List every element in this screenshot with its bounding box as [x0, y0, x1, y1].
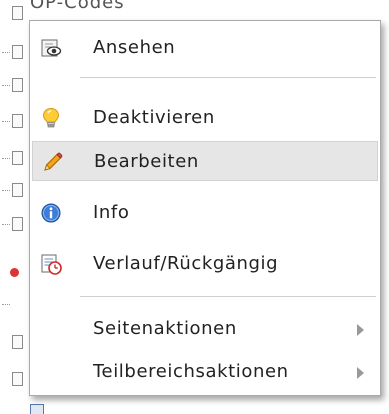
lightbulb-icon: [40, 107, 62, 129]
menu-item-edit[interactable]: Bearbeiten: [32, 141, 378, 181]
status-red-icon: [10, 268, 19, 277]
page-tree-folder-icon[interactable]: [30, 404, 44, 414]
menu-item-view[interactable]: Ansehen: [32, 28, 378, 68]
info-icon: [40, 202, 62, 224]
menu-item-label: Info: [93, 202, 130, 223]
submenu-arrow-icon: [357, 367, 364, 379]
context-menu: Ansehen Deaktivieren Bearbeiten Info Ver…: [29, 20, 381, 396]
menu-item-page-actions[interactable]: Seitenaktionen: [32, 309, 378, 349]
menu-item-label: Seitenaktionen: [93, 318, 237, 339]
tree-connector: [2, 52, 10, 53]
menu-item-label: Verlauf/Rückgängig: [93, 253, 279, 274]
page-tree-page-icon[interactable]: [12, 183, 23, 197]
page-tree-page-icon[interactable]: [12, 114, 23, 128]
tree-connector: [2, 224, 10, 225]
pencil-icon: [41, 151, 63, 173]
menu-item-info[interactable]: Info: [32, 193, 378, 233]
menu-item-label: Bearbeiten: [94, 151, 199, 172]
page-tree-page-icon[interactable]: [12, 45, 23, 59]
menu-item-history[interactable]: Verlauf/Rückgängig: [32, 244, 378, 284]
submenu-arrow-icon: [357, 324, 364, 336]
menu-item-deactivate[interactable]: Deaktivieren: [32, 98, 378, 138]
page-tree-page-icon[interactable]: [12, 335, 23, 349]
tree-connector: [2, 121, 10, 122]
page-tree-page-icon[interactable]: [12, 78, 23, 92]
view-icon: [40, 37, 62, 59]
page-tree-page-icon[interactable]: [12, 151, 23, 165]
page-tree-title[interactable]: OP-Codes: [30, 0, 125, 13]
tree-connector: [2, 158, 10, 159]
tree-connector: [2, 304, 10, 305]
menu-item-label: Ansehen: [93, 37, 176, 58]
menu-item-label: Deaktivieren: [93, 107, 215, 128]
menu-item-label: Teilbereichsaktionen: [93, 361, 289, 382]
tree-connector: [2, 190, 10, 191]
screen: OP-Codes Ansehen Deaktivieren Bearbeiten…: [0, 0, 389, 414]
page-tree-page-icon[interactable]: [12, 372, 23, 386]
page-tree-page-icon[interactable]: [12, 217, 23, 231]
menu-separator: [80, 77, 376, 78]
tree-connector: [2, 85, 10, 86]
menu-item-section-actions[interactable]: Teilbereichsaktionen: [32, 352, 378, 392]
history-icon: [40, 253, 62, 275]
menu-separator: [80, 296, 376, 297]
page-tree-page-icon: [12, 6, 23, 20]
